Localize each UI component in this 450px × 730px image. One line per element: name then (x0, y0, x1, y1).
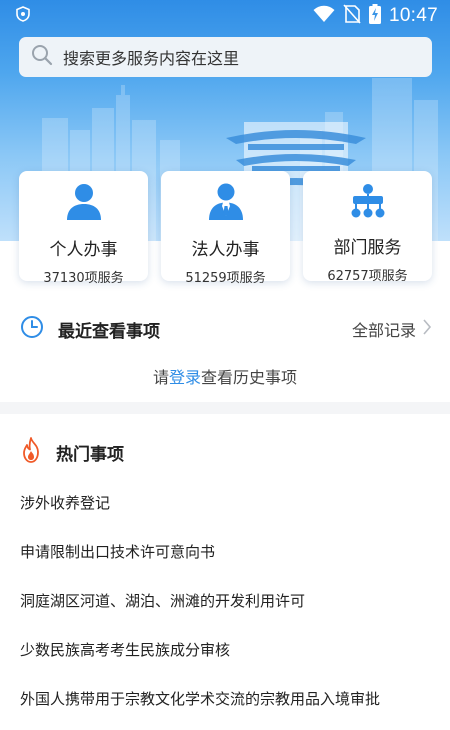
login-hint-suffix: 查看历史事项 (201, 368, 298, 387)
login-hint: 请登录查看历史事项 (0, 364, 450, 388)
hot-item[interactable]: 涉外收养登记 (20, 489, 440, 538)
service-card-personal[interactable]: 个人办事 37130项服务 (19, 171, 148, 286)
hot-item[interactable]: 外国人携带用于宗教文化学术交流的宗教用品入境审批 (20, 685, 440, 730)
flame-icon (20, 437, 42, 467)
search-icon (31, 44, 53, 70)
login-link[interactable]: 登录 (169, 368, 201, 387)
service-count: 37130项服务 (43, 271, 124, 286)
clock-icon (20, 315, 44, 343)
hot-list: 涉外收养登记 申请限制出口技术许可意向书 洞庭湖区河道、湖泊、洲滩的开发利用许可… (20, 489, 440, 730)
search-bar[interactable]: 搜索更多服务内容在这里 (19, 37, 432, 77)
service-title: 法人办事 (191, 240, 260, 260)
status-bar: 10:47 (0, 0, 450, 32)
recent-title: 最近查看事项 (58, 321, 160, 342)
section-divider (0, 402, 450, 414)
hot-item[interactable]: 洞庭湖区河道、湖泊、洲滩的开发利用许可 (20, 587, 440, 636)
business-person-icon (208, 183, 244, 221)
chevron-right-icon (422, 318, 432, 340)
service-title: 个人办事 (49, 240, 118, 260)
hot-section-header: 热门事项 (20, 437, 124, 467)
service-card-department[interactable]: 部门服务 62757项服务 (303, 171, 432, 284)
hot-item[interactable]: 申请限制出口技术许可意向书 (20, 538, 440, 587)
no-sim-icon (343, 4, 361, 28)
service-card-legal-entity[interactable]: 法人办事 51259项服务 (161, 171, 290, 286)
search-input[interactable]: 搜索更多服务内容在这里 (63, 45, 239, 69)
service-title: 部门服务 (333, 238, 402, 258)
shield-icon (16, 6, 30, 26)
service-count: 51259项服务 (185, 271, 266, 286)
battery-charging-icon (368, 4, 381, 28)
person-icon (66, 183, 102, 221)
status-time: 10:47 (388, 5, 438, 26)
wifi-icon (313, 5, 335, 27)
all-records-label: 全部记录 (351, 321, 416, 340)
recent-section-header: 最近查看事项 全部记录 (20, 315, 432, 343)
all-records-link[interactable]: 全部记录 (352, 317, 432, 341)
org-chart-icon (350, 183, 386, 219)
hot-item[interactable]: 少数民族高考考生民族成分审核 (20, 636, 440, 685)
login-hint-prefix: 请 (152, 368, 169, 387)
service-count: 62757项服务 (327, 269, 408, 284)
hot-title: 热门事项 (56, 444, 124, 465)
